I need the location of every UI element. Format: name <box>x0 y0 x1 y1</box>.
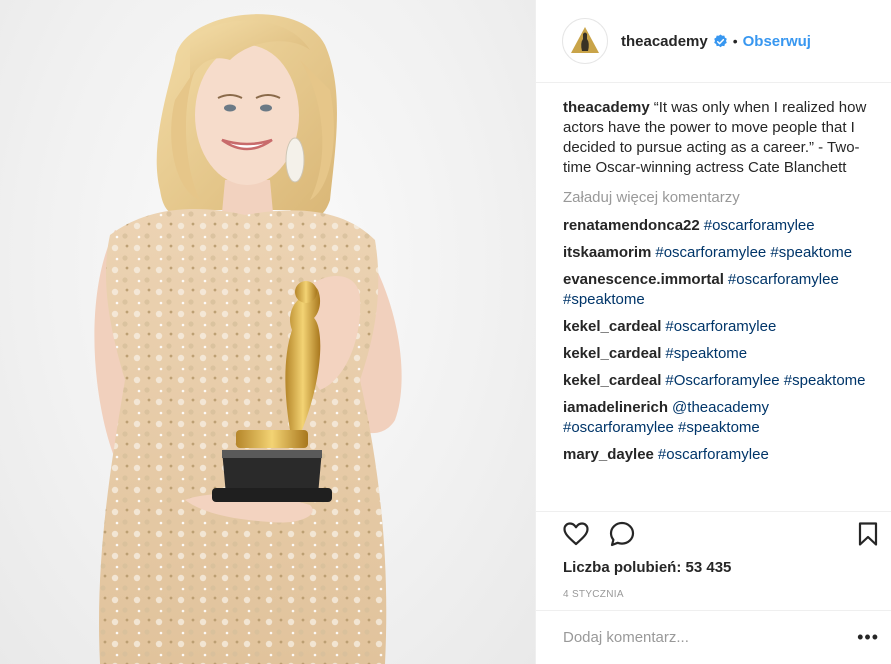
comment-text[interactable]: #oscarforamylee <box>665 318 776 335</box>
comment-item: renatamendonca22 #oscarforamylee <box>563 216 873 236</box>
post-photo[interactable] <box>0 0 535 664</box>
comment-button[interactable] <box>608 521 635 548</box>
verified-icon <box>713 33 727 47</box>
heart-icon <box>562 522 589 546</box>
author-username[interactable]: theacademy <box>621 33 708 50</box>
comment-text[interactable]: #Oscarforamylee #speaktome <box>665 372 865 389</box>
comment-username[interactable]: kekel_cardeal <box>563 318 661 335</box>
comment-username[interactable]: renatamendonca22 <box>563 217 700 234</box>
likes-count[interactable]: Liczba polubień: 53 435 <box>563 559 731 576</box>
comment-item: kekel_cardeal #speaktome <box>563 344 873 364</box>
post-actions <box>536 511 891 556</box>
bookmark-icon <box>858 522 877 546</box>
header-separator: • <box>732 33 738 49</box>
comment-icon <box>609 521 634 547</box>
save-button[interactable] <box>854 521 881 548</box>
comment-item: itskaamorim #oscarforamylee #speaktome <box>563 243 873 263</box>
comment-username[interactable]: itskaamorim <box>563 244 651 261</box>
oscar-logo-icon <box>566 22 604 60</box>
comment-username[interactable]: kekel_cardeal <box>563 345 661 362</box>
post-caption: theacademy “It was only when I realized h… <box>563 98 873 178</box>
comment-username[interactable]: kekel_cardeal <box>563 372 661 389</box>
like-button[interactable] <box>562 521 589 548</box>
comment-username[interactable]: mary_daylee <box>563 446 654 463</box>
load-more-comments-button[interactable]: Załaduj więcej komentarzy <box>563 188 873 208</box>
comment-username[interactable]: iamadelinerich <box>563 399 668 416</box>
comment-text[interactable]: #speaktome <box>665 345 747 362</box>
comment-input[interactable] <box>563 629 858 646</box>
comment-username[interactable]: evanescence.immortal <box>563 271 724 288</box>
more-options-icon[interactable]: ••• <box>857 627 879 648</box>
comments-list[interactable]: theacademy “It was only when I realized h… <box>536 84 891 510</box>
comment-item: kekel_cardeal #oscarforamylee <box>563 317 873 337</box>
comment-text[interactable]: #oscarforamylee <box>704 217 815 234</box>
post-side-panel: theacademy • Obserwuj theacademy “It was … <box>535 0 891 664</box>
add-comment-bar: ••• <box>536 610 891 664</box>
comment-text[interactable]: #oscarforamylee <box>658 446 769 463</box>
post-date[interactable]: 4 stycznia <box>563 589 624 600</box>
post-header: theacademy • Obserwuj <box>536 0 891 83</box>
comment-item: iamadelinerich @theacademy #oscarforamyle… <box>563 398 873 438</box>
comment-text[interactable]: #oscarforamylee #speaktome <box>655 244 852 261</box>
avatar[interactable] <box>562 18 608 64</box>
follow-button[interactable]: Obserwuj <box>743 33 811 50</box>
comment-item: mary_daylee #oscarforamylee <box>563 445 873 465</box>
comment-item: kekel_cardeal #Oscarforamylee #speaktome <box>563 371 873 391</box>
caption-username[interactable]: theacademy <box>563 99 650 116</box>
photo-illustration <box>94 14 402 664</box>
comment-item: evanescence.immortal #oscarforamylee #spe… <box>563 270 873 310</box>
